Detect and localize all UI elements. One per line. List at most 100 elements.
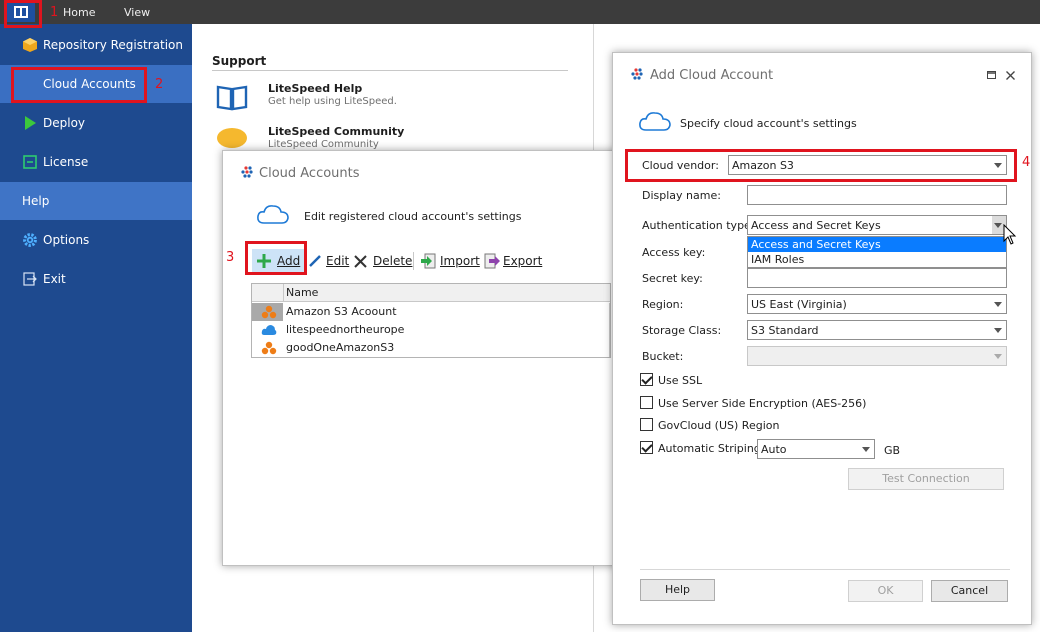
menu-view[interactable]: View [124, 6, 150, 19]
use-ssl-checkbox[interactable] [640, 373, 653, 386]
callout-box-3 [245, 241, 307, 275]
support-title: Support [212, 54, 267, 68]
sidebar-item-label: Exit [43, 272, 66, 286]
close-icon[interactable] [1006, 71, 1015, 80]
chevron-down-icon [994, 354, 1002, 359]
license-icon [23, 155, 37, 169]
govcloud-label: GovCloud (US) Region [658, 419, 780, 432]
edit-button[interactable]: Edit [326, 254, 349, 268]
exit-icon [23, 272, 37, 286]
gear-icon [23, 233, 37, 247]
azure-cloud-icon [261, 325, 277, 335]
sidebar-item-deploy[interactable]: Deploy [0, 104, 192, 142]
bucket-select[interactable] [747, 346, 1007, 366]
sidebar-item-label: License [43, 155, 89, 169]
ok-button[interactable]: OK [848, 580, 923, 602]
storage-class-label: Storage Class: [642, 324, 722, 337]
import-icon [421, 253, 436, 269]
auth-option-iam-roles[interactable]: IAM Roles [748, 252, 1006, 267]
grid-header-divider [283, 284, 284, 302]
cloud-icon [257, 205, 289, 224]
display-name-input[interactable] [747, 185, 1007, 205]
sidebar-item-label: Options [43, 233, 90, 247]
auth-type-dropdown-list: Access and Secret Keys IAM Roles [747, 236, 1007, 268]
sidebar: Repository Registration Cloud Accounts D… [0, 24, 192, 632]
auth-option-access-keys[interactable]: Access and Secret Keys [748, 237, 1006, 252]
export-button[interactable]: Export [503, 254, 542, 268]
auth-type-select[interactable]: Access and Secret Keys [747, 215, 1007, 235]
row-name: Amazon S3 Acoount [286, 305, 397, 318]
test-connection-button[interactable]: Test Connection [848, 468, 1004, 490]
footer-divider [640, 569, 1010, 570]
chevron-down-icon [994, 328, 1002, 333]
row-name: goodOneAmazonS3 [286, 341, 395, 354]
display-name-label: Display name: [642, 189, 721, 202]
sse-label: Use Server Side Encryption (AES-256) [658, 397, 867, 410]
help-button[interactable]: Help [640, 579, 715, 601]
accounts-grid: Name Amazon S3 Acoount litespeednortheur… [251, 283, 611, 358]
pencil-icon [309, 255, 321, 267]
mouse-cursor-icon [1003, 224, 1017, 245]
sidebar-item-label: Deploy [43, 116, 86, 130]
import-button[interactable]: Import [440, 254, 480, 268]
app-logo-icon [241, 166, 253, 178]
govcloud-checkbox[interactable] [640, 418, 653, 431]
community-icon [217, 128, 247, 148]
book-icon [216, 85, 248, 111]
support-divider [212, 70, 568, 71]
repository-icon [23, 38, 37, 52]
delete-button[interactable]: Delete [373, 254, 412, 268]
sidebar-item-help[interactable]: Help [0, 182, 192, 220]
callout-number-1: 1 [50, 5, 59, 20]
callout-box-4 [625, 149, 1017, 182]
secret-key-input[interactable] [747, 268, 1007, 288]
support-community-title[interactable]: LiteSpeed Community [268, 125, 404, 138]
table-row[interactable]: Amazon S3 Acoount [252, 303, 610, 321]
striping-unit: GB [884, 444, 901, 457]
table-row[interactable]: litespeednortheurope [252, 321, 610, 339]
storage-class-select[interactable]: S3 Standard [747, 320, 1007, 340]
play-icon [25, 116, 36, 130]
amazon-s3-icon [261, 341, 277, 355]
callout-number-2: 2 [155, 77, 164, 92]
support-help-title[interactable]: LiteSpeed Help [268, 82, 362, 95]
app-logo-icon [631, 68, 643, 80]
sidebar-item-options[interactable]: Options [0, 221, 192, 259]
support-community-desc: LiteSpeed Community [268, 139, 379, 150]
grid-header: Name [252, 284, 610, 302]
toolbar-separator [413, 252, 414, 270]
table-row[interactable]: goodOneAmazonS3 [252, 339, 610, 357]
automatic-striping-checkbox[interactable] [640, 441, 653, 454]
top-menu-bar: Home View [0, 0, 1040, 24]
add-dialog-title: Add Cloud Account [650, 68, 774, 83]
sidebar-item-license[interactable]: License [0, 143, 192, 181]
sidebar-item-label: Repository Registration [43, 38, 183, 52]
callout-number-3: 3 [226, 250, 235, 265]
bucket-label: Bucket: [642, 350, 684, 363]
amazon-s3-icon [261, 305, 277, 319]
column-header-name[interactable]: Name [286, 286, 318, 299]
region-label: Region: [642, 298, 684, 311]
cancel-button[interactable]: Cancel [931, 580, 1008, 602]
sidebar-item-exit[interactable]: Exit [0, 260, 192, 298]
callout-box-1 [4, 0, 42, 28]
row-name: litespeednortheurope [286, 323, 405, 336]
access-key-label: Access key: [642, 246, 706, 259]
striping-select[interactable]: Auto [757, 439, 875, 459]
maximize-icon[interactable] [987, 71, 997, 80]
auth-type-label: Authentication type: [642, 219, 755, 232]
support-help-desc: Get help using LiteSpeed. [268, 96, 397, 107]
sidebar-item-label: Help [22, 194, 50, 208]
callout-box-2 [11, 67, 147, 103]
callout-number-4: 4 [1022, 155, 1031, 170]
use-ssl-label: Use SSL [658, 374, 703, 387]
sidebar-item-repository-registration[interactable]: Repository Registration [0, 26, 192, 64]
chevron-down-icon [994, 302, 1002, 307]
sse-checkbox[interactable] [640, 396, 653, 409]
cloud-accounts-subtitle: Edit registered cloud account's settings [304, 210, 522, 223]
menu-home[interactable]: Home [63, 6, 95, 19]
region-select[interactable]: US East (Virginia) [747, 294, 1007, 314]
automatic-striping-label: Automatic Striping [658, 442, 761, 455]
export-icon [484, 253, 500, 269]
cloud-accounts-title: Cloud Accounts [259, 166, 360, 181]
